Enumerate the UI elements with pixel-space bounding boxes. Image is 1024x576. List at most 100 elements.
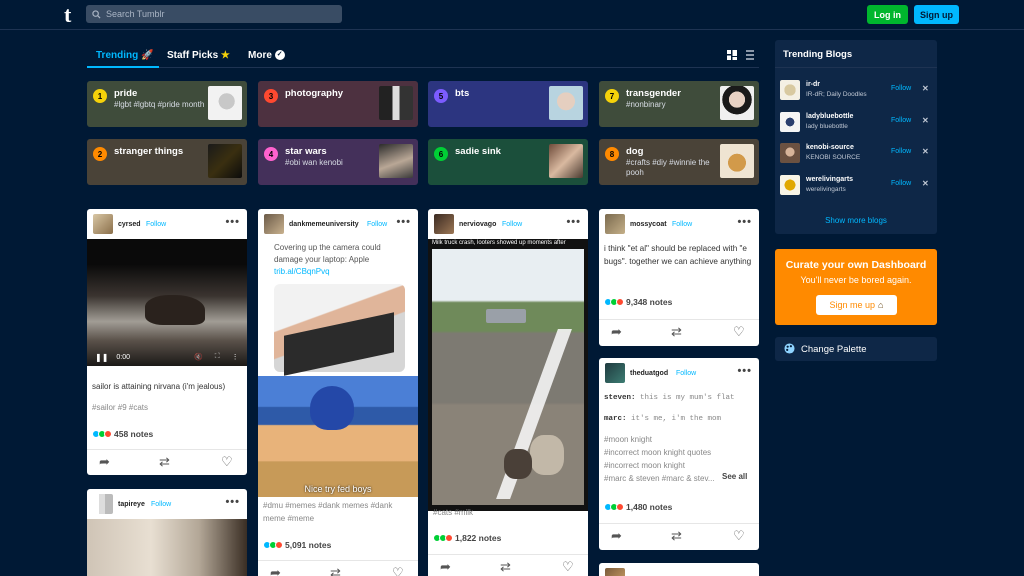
more-options-icon[interactable]: ••• (225, 216, 240, 228)
more-options-icon[interactable]: ••• (566, 216, 581, 228)
blog-row-werelivingarts[interactable]: werelivingarts werelivingarts Follow ✕ (780, 173, 934, 197)
mute-icon[interactable]: 🔇 (194, 353, 203, 361)
trending-tile-dog[interactable]: 8 dog #crafts #diy #winnie the pooh (599, 139, 759, 185)
like-icon[interactable]: ♡ (392, 565, 404, 576)
reblog-icon[interactable]: ⇄ (159, 454, 170, 470)
search-icon (92, 9, 101, 19)
trending-tile-star-wars[interactable]: 4 star wars #obi wan kenobi (258, 139, 418, 185)
follow-link[interactable]: Follow (676, 370, 696, 377)
post-username[interactable]: tapireye (118, 501, 145, 508)
list-view-icon[interactable] (745, 50, 755, 60)
blog-row-ladybluebottle[interactable]: ladybluebottle lady bluebottle Follow ✕ (780, 110, 934, 134)
article-link[interactable]: trib.al/CBqnPvq (274, 267, 330, 276)
trending-tile-photography[interactable]: 3 photography (258, 81, 418, 127)
like-icon[interactable]: ♡ (562, 559, 574, 575)
notes-count[interactable]: 1,822 notes (433, 533, 501, 543)
notes-count[interactable]: 9,348 notes (604, 297, 672, 307)
share-icon[interactable]: ➦ (611, 324, 622, 340)
note-avatars (92, 430, 112, 438)
blog-avatar[interactable] (780, 143, 800, 163)
follow-link[interactable]: Follow (672, 221, 692, 228)
post-username[interactable]: cyrsed (118, 221, 141, 228)
avatar[interactable] (93, 214, 113, 234)
tumblr-logo[interactable]: t (64, 4, 71, 26)
post-tags[interactable]: #cats #milk (433, 506, 583, 519)
avatar[interactable] (605, 363, 625, 383)
tab-more[interactable]: More ✓ (248, 50, 285, 61)
blog-name[interactable]: werelivingarts (806, 176, 853, 183)
follow-blog-button[interactable]: Follow (891, 148, 911, 155)
pause-icon[interactable]: ❚❚ (95, 353, 108, 362)
more-options-icon[interactable]: ••• (737, 365, 752, 377)
show-more-blogs-link[interactable]: Show more blogs (775, 216, 937, 225)
blog-avatar[interactable] (780, 112, 800, 132)
like-icon[interactable]: ♡ (733, 324, 745, 340)
sign-me-up-button[interactable]: Sign me up ⌂ (816, 295, 897, 315)
post-username[interactable]: mossycoat (630, 221, 667, 228)
notes-count[interactable]: 5,091 notes (263, 540, 331, 550)
follow-blog-button[interactable]: Follow (891, 117, 911, 124)
reblog-icon[interactable]: ⇄ (671, 324, 682, 340)
follow-link[interactable]: Follow (367, 221, 387, 228)
post-tags[interactable]: #sailor #9 #cats (92, 401, 242, 414)
grid-view-icon[interactable] (727, 50, 737, 60)
like-icon[interactable]: ♡ (733, 528, 745, 544)
follow-link[interactable]: Follow (151, 501, 171, 508)
follow-link[interactable]: Follow (502, 221, 522, 228)
avatar[interactable] (605, 214, 625, 234)
see-all-tags-link[interactable]: See all (722, 472, 747, 481)
trending-tile-pride[interactable]: 1 pride #lgbt #lgbtq #pride month (87, 81, 247, 127)
login-button[interactable]: Log in (867, 5, 908, 24)
reblog-icon[interactable]: ⇄ (671, 528, 682, 544)
tab-trending[interactable]: Trending 🚀 (96, 50, 153, 61)
search-bar[interactable] (86, 5, 342, 23)
share-icon[interactable]: ➦ (99, 454, 110, 470)
follow-blog-button[interactable]: Follow (891, 180, 911, 187)
more-options-icon[interactable]: ••• (396, 216, 411, 228)
follow-link[interactable]: Follow (146, 221, 166, 228)
avatar[interactable] (93, 494, 113, 514)
notes-count[interactable]: 1,480 notes (604, 502, 672, 512)
more-options-icon[interactable]: ••• (737, 216, 752, 228)
promo-subtitle: You'll never be bored again. (800, 275, 912, 285)
post-username[interactable]: theduatgod (630, 370, 668, 377)
notes-count[interactable]: 458 notes (92, 429, 153, 439)
fullscreen-icon[interactable]: ⛶ (215, 353, 220, 361)
share-icon[interactable]: ➦ (440, 559, 451, 575)
more-options-icon[interactable]: ••• (225, 496, 240, 508)
share-icon[interactable]: ➦ (270, 565, 281, 576)
video-options-icon[interactable]: ⋮ (232, 353, 239, 361)
avatar[interactable] (605, 568, 625, 576)
blog-title: IR-dR; Daily Doodles (806, 91, 867, 98)
close-icon[interactable]: ✕ (922, 179, 929, 188)
follow-blog-button[interactable]: Follow (891, 85, 911, 92)
trending-tile-sadie-sink[interactable]: 6 sadie sink (428, 139, 588, 185)
reblog-icon[interactable]: ⇄ (500, 559, 511, 575)
avatar[interactable] (434, 214, 454, 234)
post-tags[interactable]: #dmu #memes #dank memes #dank meme #meme (263, 499, 413, 525)
trending-tile-transgender[interactable]: 7 transgender #nonbinary (599, 81, 759, 127)
blog-name[interactable]: ladybluebottle (806, 113, 853, 120)
search-input[interactable] (106, 9, 326, 19)
reblog-icon[interactable]: ⇄ (330, 565, 341, 576)
blog-row-kenobi-source[interactable]: kenobi-source KENOBI SOURCE Follow ✕ (780, 141, 934, 165)
change-palette-button[interactable]: Change Palette (775, 337, 937, 361)
blog-row-ir-dr[interactable]: ir-dr IR-dR; Daily Doodles Follow ✕ (780, 78, 934, 102)
avatar[interactable] (264, 214, 284, 234)
post-username[interactable]: nerviovago (459, 221, 496, 228)
post-username[interactable]: dankmemeuniversity (289, 221, 359, 228)
close-icon[interactable]: ✕ (922, 147, 929, 156)
tab-staff-picks[interactable]: Staff Picks ★ (167, 50, 230, 61)
trending-tile-bts[interactable]: 5 bts (428, 81, 588, 127)
post-video[interactable]: ❚❚ 0:00 🔇 ⛶ ⋮ (87, 239, 247, 366)
share-icon[interactable]: ➦ (611, 528, 622, 544)
like-icon[interactable]: ♡ (221, 454, 233, 470)
close-icon[interactable]: ✕ (922, 116, 929, 125)
blog-name[interactable]: ir-dr (806, 81, 820, 88)
blog-avatar[interactable] (780, 175, 800, 195)
trending-tile-stranger-things[interactable]: 2 stranger things (87, 139, 247, 185)
close-icon[interactable]: ✕ (922, 84, 929, 93)
blog-avatar[interactable] (780, 80, 800, 100)
blog-name[interactable]: kenobi-source (806, 144, 854, 151)
signup-button[interactable]: Sign up (914, 5, 959, 24)
